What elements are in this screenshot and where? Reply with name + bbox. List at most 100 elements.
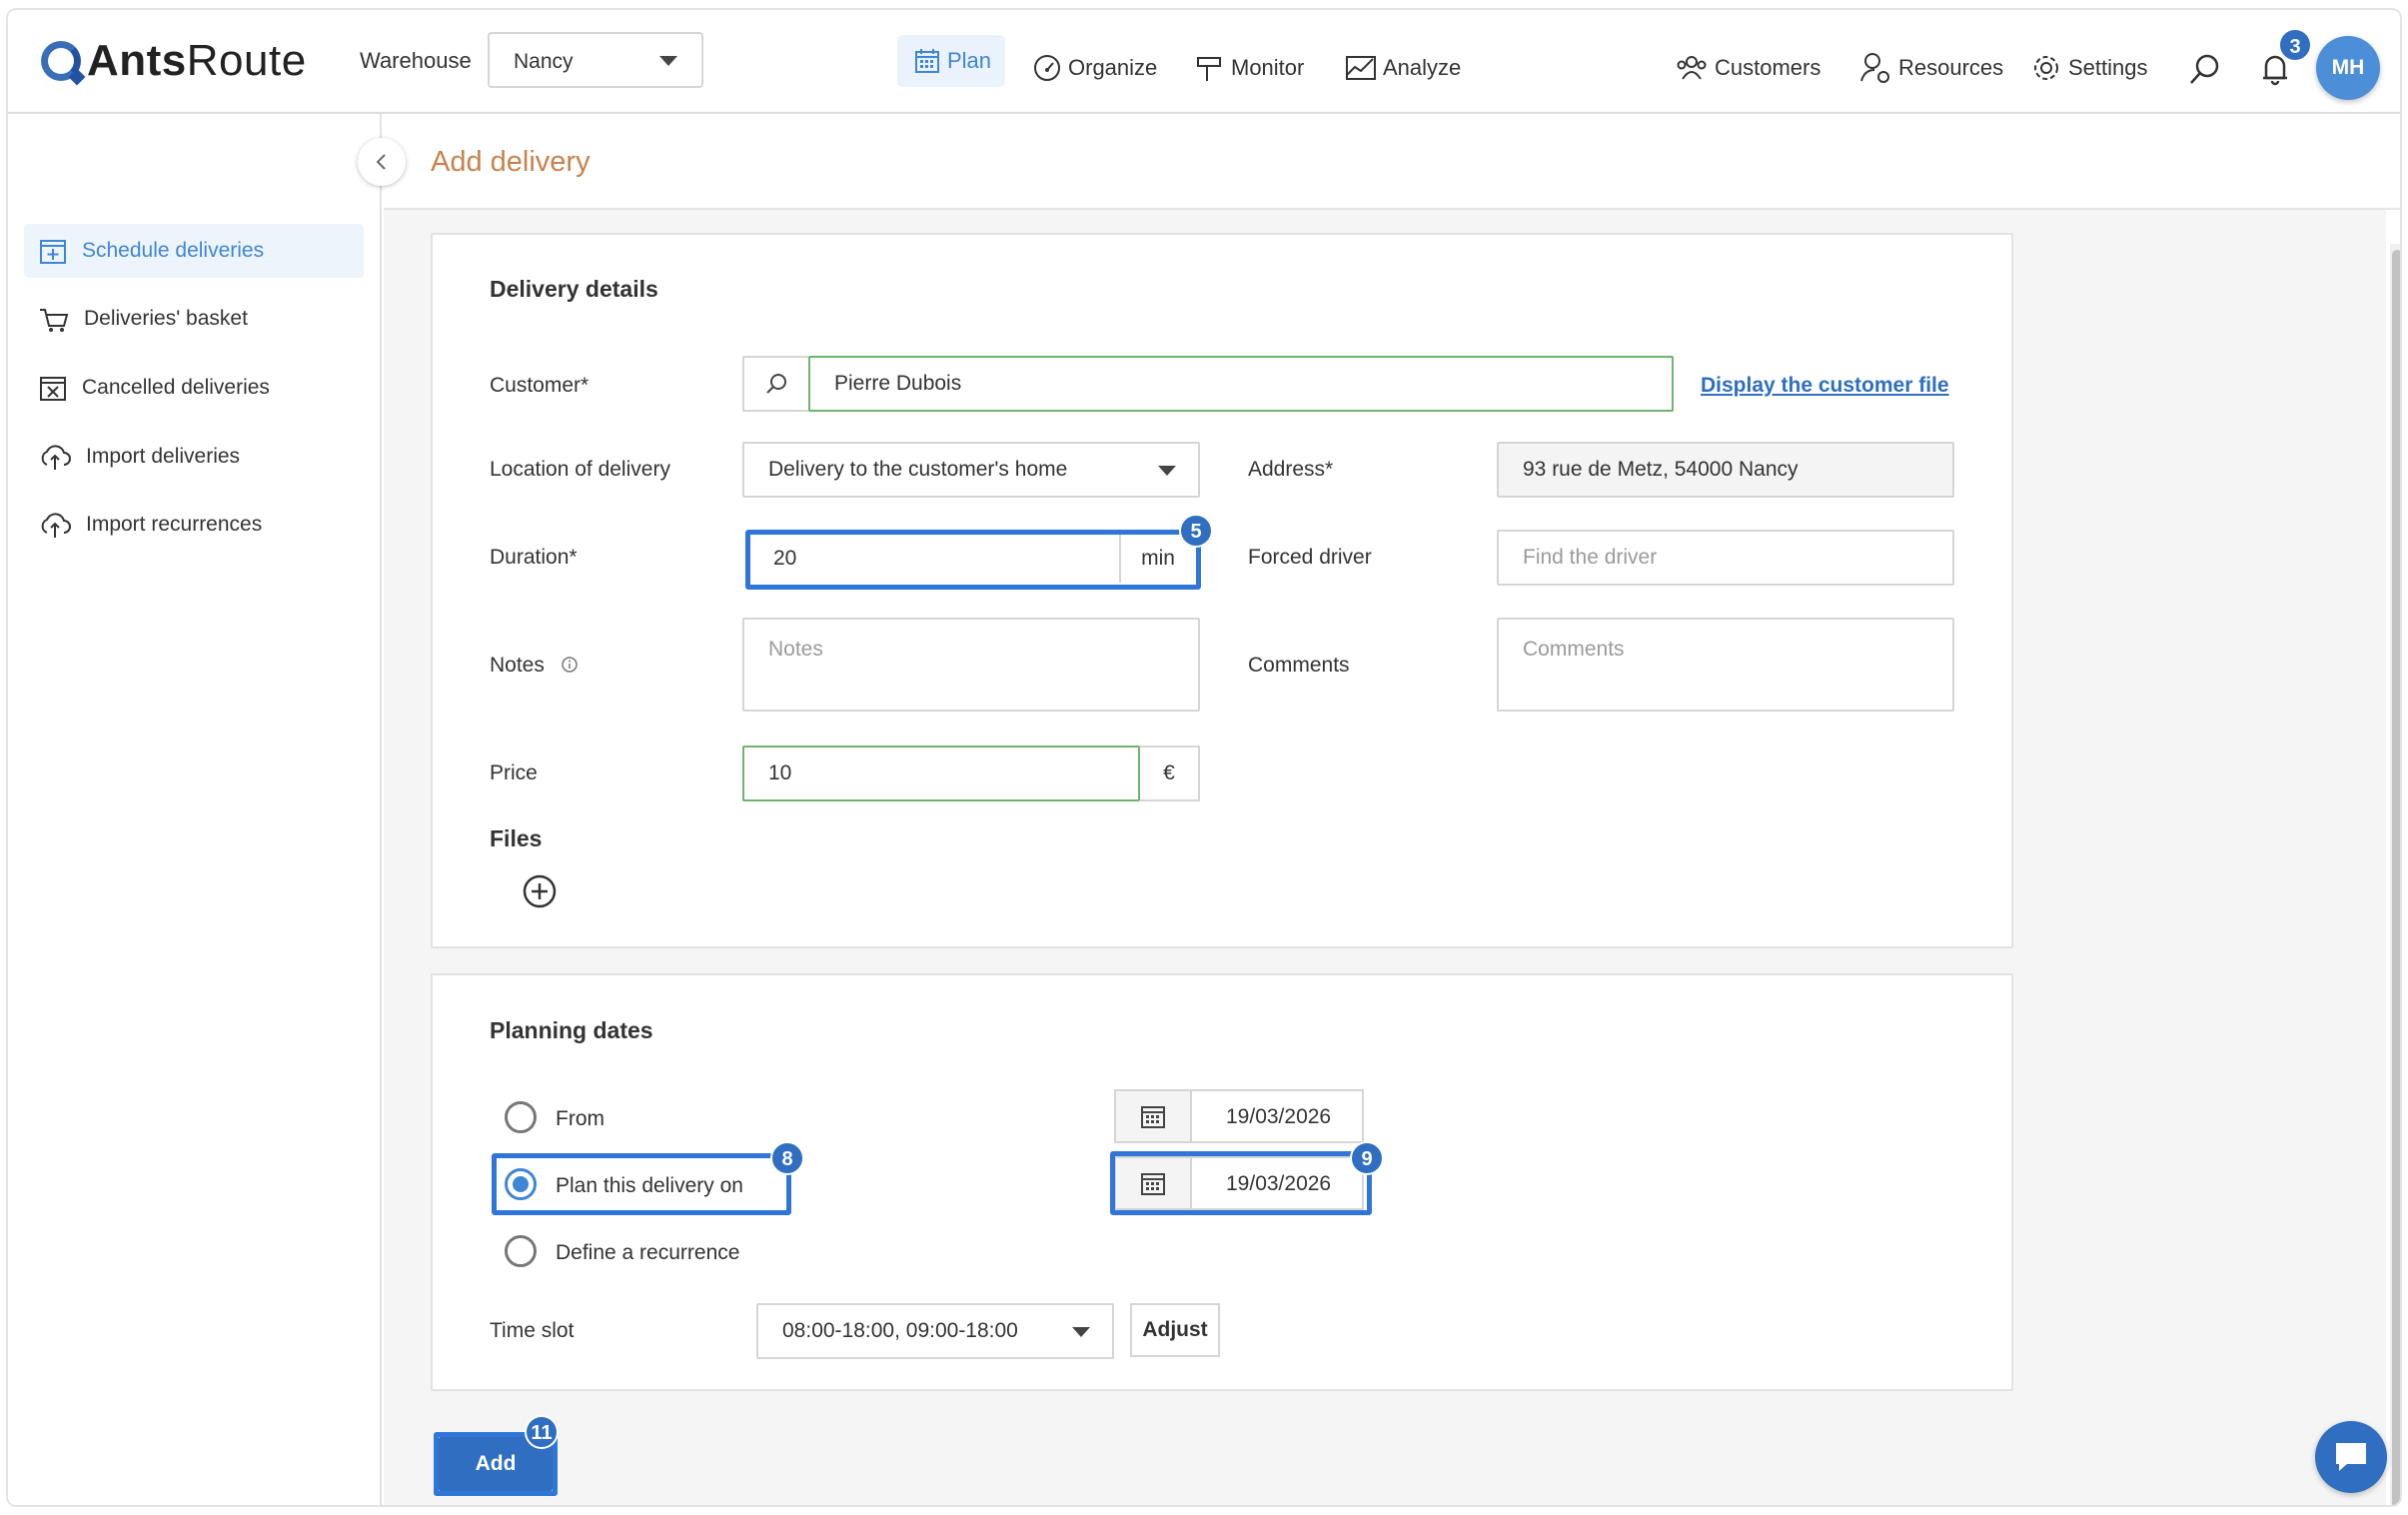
antsroute-logo[interactable]: AntsRoute [41, 36, 307, 86]
nav-monitor-label: Monitor [1231, 55, 1305, 80]
search-button[interactable] [2188, 52, 2222, 91]
notes-textarea[interactable]: Notes [742, 618, 1200, 712]
sidebar-item-label: Deliveries' basket [84, 307, 248, 330]
logo-text-bold: Ants [87, 36, 187, 85]
files-label: Files [490, 825, 543, 851]
sidebar-item-schedule-deliveries[interactable]: Schedule deliveries [24, 224, 364, 278]
time-slot-value: 08:00-18:00, 09:00-18:00 [782, 1319, 1018, 1342]
plan-date-highlight [1110, 1151, 1372, 1215]
nav-analyze-label: Analyze [1383, 55, 1462, 80]
sidebar-item-label: Import deliveries [86, 445, 241, 468]
from-date-value: 19/03/2026 [1226, 1105, 1332, 1128]
sidebar-item-label: Import recurrences [86, 513, 263, 536]
duration-highlight [745, 530, 1201, 590]
sidebar-item-import-recurrences[interactable]: Import recurrences [24, 498, 364, 552]
warehouse-select[interactable]: Nancy [488, 32, 703, 88]
plus-circle-icon [523, 874, 557, 908]
logo-text-rest: Route [186, 36, 307, 85]
time-slot-label: Time slot [490, 1319, 575, 1342]
chat-button[interactable] [2315, 1421, 2387, 1493]
gauge-icon [1034, 55, 1060, 81]
forced-driver-input[interactable]: Find the driver [1497, 530, 1954, 586]
location-label: Location of delivery [490, 458, 670, 481]
nav-settings-label: Settings [2068, 55, 2148, 80]
radio-recurrence-label: Define a recurrence [556, 1241, 740, 1264]
cloud-upload-icon [41, 513, 71, 538]
top-bar: AntsRoute Warehouse Nancy Plan Organize … [8, 10, 2400, 114]
adjust-button[interactable]: Adjust [1130, 1303, 1220, 1357]
delivery-details-card [431, 233, 2013, 948]
chevron-down-icon [659, 56, 677, 66]
step-marker-add: 11 [525, 1415, 559, 1449]
warehouse-label: Warehouse [360, 48, 472, 73]
calendar-plus-icon [40, 240, 66, 264]
delivery-details-title: Delivery details [490, 276, 658, 302]
chevron-left-icon [376, 154, 386, 170]
nav-customers[interactable]: Customers [1675, 43, 1820, 93]
sidebar-item-deliveries-basket[interactable]: Deliveries' basket [24, 292, 364, 346]
customer-input[interactable]: Pierre Dubois [808, 356, 1674, 412]
chart-icon [1346, 56, 1376, 80]
comments-textarea[interactable]: Comments [1497, 618, 1954, 712]
price-label: Price [490, 761, 538, 784]
avatar[interactable]: MH [2316, 36, 2380, 100]
planning-dates-title: Planning dates [490, 1017, 653, 1043]
time-slot-select[interactable]: 08:00-18:00, 09:00-18:00 [756, 1303, 1114, 1359]
notes-label: Notes [490, 654, 579, 678]
address-label: Address* [1248, 458, 1334, 481]
customer-search-button[interactable] [742, 356, 808, 412]
nav-customers-label: Customers [1715, 55, 1821, 80]
gear-icon [2034, 56, 2058, 80]
calendar-icon [915, 49, 939, 73]
step-marker-duration: 5 [1179, 514, 1213, 548]
notes-label-text: Notes [490, 654, 545, 677]
customer-label: Customer* [490, 374, 590, 397]
chat-icon [2336, 1443, 2366, 1471]
nav-analyze[interactable]: Analyze [1345, 43, 1461, 93]
from-date-picker[interactable]: 19/03/2026 [1114, 1089, 1364, 1143]
nav-resources-label: Resources [1898, 55, 2004, 80]
nav-plan-label: Plan [947, 48, 992, 73]
warehouse-value: Nancy [514, 50, 574, 73]
info-icon[interactable] [561, 656, 579, 674]
nav-organize[interactable]: Organize [1032, 43, 1157, 93]
radio-recurrence[interactable] [505, 1235, 537, 1267]
address-input[interactable]: 93 rue de Metz, 54000 Nancy [1497, 442, 1954, 498]
sidebar-item-cancelled-deliveries[interactable]: Cancelled deliveries [24, 361, 364, 415]
price-input[interactable]: 10 [742, 746, 1140, 801]
collapse-sidebar-button[interactable] [358, 138, 406, 186]
chevron-down-icon [1072, 1327, 1090, 1337]
nav-monitor[interactable]: Monitor [1195, 43, 1304, 93]
nav-resources[interactable]: Resources [1858, 43, 2003, 93]
add-file-button[interactable] [522, 873, 558, 914]
sidebar-item-label: Schedule deliveries [82, 239, 265, 262]
scrollbar-thumb[interactable] [2392, 250, 2400, 1505]
nav-plan[interactable]: Plan [897, 35, 1005, 87]
location-select[interactable]: Delivery to the customer's home [742, 442, 1200, 498]
radio-from-label: From [556, 1107, 604, 1130]
user-gear-icon [1860, 53, 1889, 83]
nav-settings[interactable]: Settings [2030, 43, 2148, 93]
plan-option-highlight [492, 1153, 791, 1215]
logo-mark-icon [41, 41, 81, 81]
radio-from[interactable] [505, 1101, 537, 1133]
chevron-down-icon [1158, 466, 1176, 476]
calendar-button[interactable] [1116, 1091, 1192, 1141]
page-title: Add delivery [431, 146, 591, 178]
comments-label: Comments [1248, 654, 1350, 677]
calendar-x-icon [40, 377, 66, 401]
sidebar-item-import-deliveries[interactable]: Import deliveries [24, 430, 364, 484]
notification-badge: 3 [2278, 28, 2312, 62]
location-value: Delivery to the customer's home [768, 458, 1068, 481]
app-window: AntsRoute Warehouse Nancy Plan Organize … [6, 8, 2402, 1507]
basket-icon [40, 309, 69, 332]
search-icon [2190, 54, 2219, 84]
duration-label: Duration* [490, 546, 578, 569]
sidebar: Schedule deliveries Deliveries' basket C… [8, 114, 382, 1505]
display-customer-file-link[interactable]: Display the customer file [1701, 374, 1949, 398]
step-marker-plan-date: 9 [1350, 1141, 1384, 1175]
step-marker-plan-option: 8 [770, 1141, 804, 1175]
currency-addon: € [1140, 746, 1200, 801]
forced-driver-label: Forced driver [1248, 546, 1372, 569]
signpost-icon [1197, 57, 1221, 81]
